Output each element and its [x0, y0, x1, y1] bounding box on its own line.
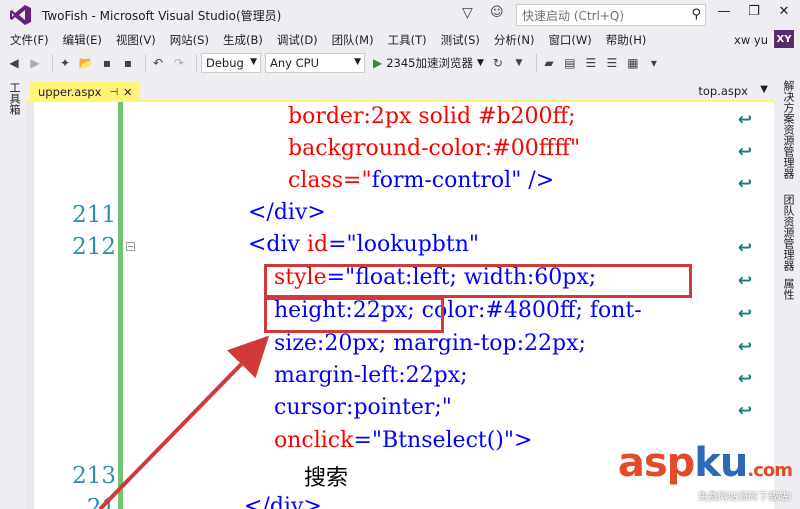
tab-label: upper.aspx [38, 85, 102, 99]
chevron-down-icon[interactable]: ▼ [511, 55, 527, 71]
menu-help[interactable]: 帮助(H) [600, 32, 655, 48]
run-target-label: 2345加速浏览器 [386, 56, 474, 70]
tab-top-aspx[interactable]: top.aspx [698, 84, 748, 98]
toolbar-separator [52, 54, 53, 72]
menu-file[interactable]: 文件(F) [4, 32, 57, 48]
menu-analyze[interactable]: 分析(N) [488, 32, 543, 48]
refresh-icon[interactable]: ↻ [490, 55, 506, 71]
left-tool-window-strip: 工具箱 [0, 76, 26, 509]
window-title: TwoFish - Microsoft Visual Studio(管理员) [42, 8, 282, 23]
platform-value: Any CPU [270, 56, 319, 70]
properties-tab[interactable]: 属性 [780, 278, 796, 300]
toolbar-separator [535, 54, 537, 72]
undo-icon[interactable]: ↶ [150, 55, 166, 71]
restore-button[interactable]: ❐ [742, 4, 766, 19]
chevron-down-icon: ▼ [354, 57, 361, 67]
visual-studio-logo-icon [8, 2, 34, 28]
watermark-text: .com [747, 460, 793, 481]
indent-icon[interactable]: ☰ [583, 55, 599, 71]
menu-bar: 文件(F) 编辑(E) 视图(V) 网站(S) 生成(B) 调试(D) 团队(M… [0, 30, 800, 50]
minimize-button[interactable]: — [712, 4, 736, 19]
notification-filter-icon[interactable]: ▽ [462, 5, 473, 21]
chevron-down-icon: ▼ [477, 58, 484, 68]
platform-select[interactable]: Any CPU ▼ [265, 53, 365, 73]
team-explorer-tab[interactable]: 团队资源管理器 [780, 194, 796, 271]
outdent-icon[interactable]: ☰ [604, 55, 620, 71]
menu-team[interactable]: 团队(M) [326, 32, 382, 48]
toolbox-tab[interactable]: 工具箱 [6, 82, 22, 115]
save-icon[interactable]: ▪ [99, 55, 115, 71]
solution-explorer-tab[interactable]: 解决方案资源管理器 [780, 80, 796, 179]
play-icon: ▶ [373, 56, 383, 70]
watermark-text: asp [617, 440, 695, 486]
quick-launch-input[interactable]: 快速启动 (Ctrl+Q) ⚲ [516, 4, 706, 26]
redo-icon[interactable]: ↷ [171, 55, 187, 71]
close-button[interactable]: ✕ [772, 4, 796, 19]
forward-icon[interactable]: ▶ [27, 55, 43, 71]
search-icon: ⚲ [691, 7, 701, 22]
toolbar-separator [145, 54, 146, 72]
toolbar-separator [196, 54, 197, 72]
menu-debug[interactable]: 调试(D) [271, 32, 326, 48]
watermark-subtitle: 免费网站源码下载站! [697, 492, 792, 503]
avatar[interactable]: XY [774, 30, 794, 48]
menu-tools[interactable]: 工具(T) [382, 32, 435, 48]
feedback-icon[interactable]: ☺ [490, 5, 504, 20]
format-icon[interactable]: ▦ [625, 55, 641, 71]
save-all-icon[interactable]: ▪ [120, 55, 136, 71]
chevron-down-icon[interactable]: ▼ [760, 84, 768, 95]
close-icon[interactable]: ✕ [123, 86, 132, 99]
menu-build[interactable]: 生成(B) [217, 32, 271, 48]
toolbar-overflow-icon[interactable]: ▾ [646, 55, 662, 71]
configuration-select[interactable]: Debug ▼ [201, 53, 261, 73]
open-folder-icon[interactable]: 📂 [78, 55, 94, 71]
new-project-icon[interactable]: ✦ [57, 55, 73, 71]
configuration-value: Debug [206, 56, 244, 70]
quick-launch-placeholder: 快速启动 (Ctrl+Q) [522, 8, 625, 23]
menu-test[interactable]: 测试(S) [435, 32, 488, 48]
menu-view[interactable]: 视图(V) [110, 32, 164, 48]
menu-website[interactable]: 网站(S) [164, 32, 217, 48]
back-icon[interactable]: ◀ [6, 55, 22, 71]
watermark-text: ku [694, 440, 748, 486]
pin-icon[interactable]: ⊣ [109, 87, 118, 98]
menu-edit[interactable]: 编辑(E) [57, 32, 110, 48]
bookmark-icon[interactable]: ▰ [541, 55, 557, 71]
start-debugging-button[interactable]: ▶ 2345加速浏览器 ▼ [373, 55, 484, 71]
document-tab-well: upper.aspx ⊣ ✕ top.aspx ▼ [26, 82, 774, 102]
watermark-logo: aspku.com 免费网站源码下载站! [618, 443, 793, 503]
user-name[interactable]: xw yu [734, 33, 768, 47]
tab-upper-aspx[interactable]: upper.aspx ⊣ ✕ [30, 82, 141, 102]
chevron-down-icon: ▼ [250, 57, 257, 67]
menu-window[interactable]: 窗口(W) [542, 32, 599, 48]
standard-toolbar: ◀ ▶ ✦ 📂 ▪ ▪ ↶ ↷ Debug ▼ Any CPU ▼ ▶ 2345… [0, 50, 800, 76]
comment-icon[interactable]: ▤ [562, 55, 578, 71]
